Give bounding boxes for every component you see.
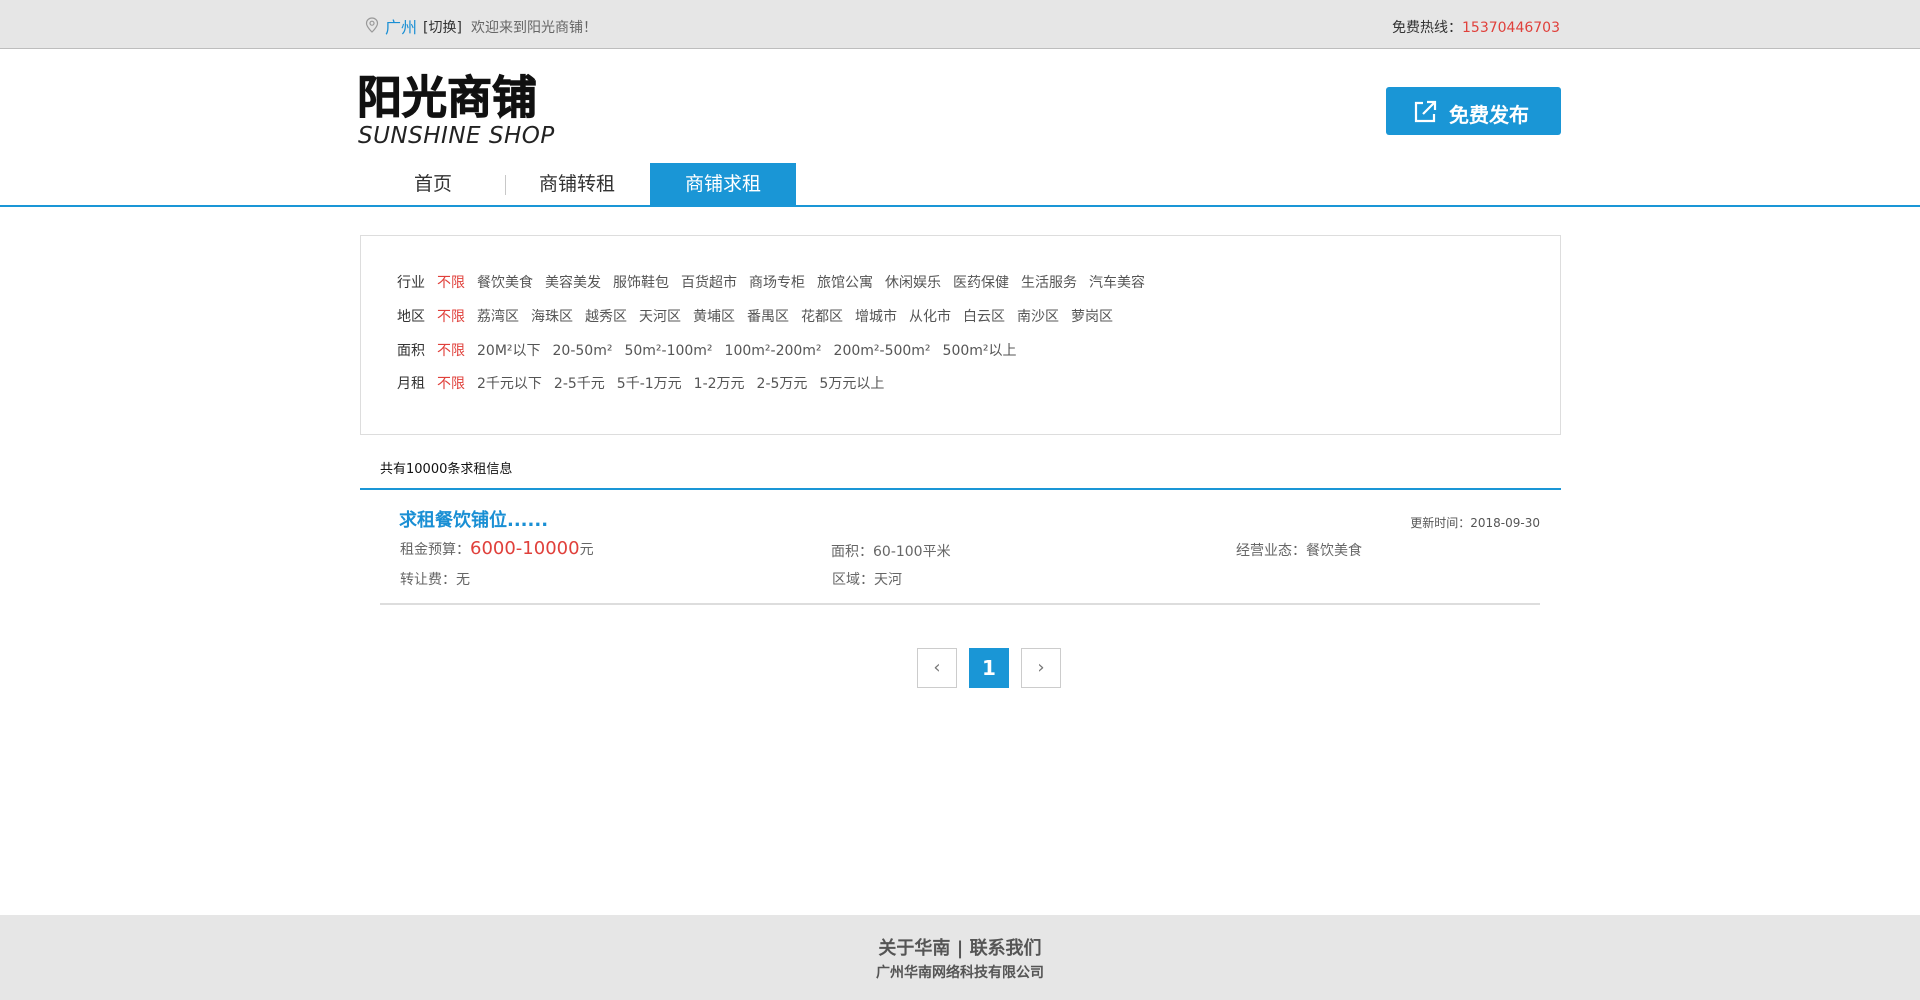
filter-option-district[interactable]: 增城市 <box>855 306 897 326</box>
listing-item: 求租餐饮铺位...... 更新时间：2018-09-30 租金预算：6000-1… <box>380 495 1540 605</box>
footer-separator: | <box>956 938 964 959</box>
free-publish-label: 免费发布 <box>1449 103 1529 127</box>
filter-option-district[interactable]: 越秀区 <box>585 306 627 326</box>
switch-city-link[interactable]: [切换] <box>423 17 462 37</box>
filter-option-district[interactable]: 从化市 <box>909 306 951 326</box>
listing-area: 面积：60-100平米 <box>831 544 951 560</box>
listing-budget-label: 租金预算： <box>400 542 470 558</box>
nav-item-home[interactable]: 首页 <box>360 163 506 206</box>
filter-panel: 行业 不限 餐饮美食 美容美发 服饰鞋包 百货超市 商场专柜 旅馆公寓 休闲娱乐 医药保健 生活服务… <box>360 235 1561 435</box>
filter-label-area: 面积 <box>397 343 425 359</box>
logo-chinese-text: 阳光商铺 <box>356 71 538 124</box>
filter-option-industry[interactable]: 生活服务 <box>1021 272 1077 292</box>
filter-row-district: 地区 不限 荔湾区 海珠区 越秀区 天河区 黄埔区 番禺区 花都区 增城市 从化市 白云区 南沙区 萝岗区 <box>397 306 1125 326</box>
location-pin-icon <box>365 17 379 33</box>
listing-budget-value: 6000-10000 <box>470 538 580 559</box>
nav-item-shop-wanted[interactable]: 商铺求租 <box>650 163 796 206</box>
footer-links: 关于华南 | 联系我们 <box>0 934 1920 960</box>
filter-option-district[interactable]: 不限 <box>437 306 465 326</box>
filter-option-rent[interactable]: 1-2万元 <box>694 373 745 393</box>
filter-option-industry[interactable]: 医药保健 <box>953 272 1009 292</box>
filter-option-area[interactable]: 不限 <box>437 340 465 360</box>
filter-option-district[interactable]: 白云区 <box>963 306 1005 326</box>
filter-option-rent[interactable]: 2-5万元 <box>757 373 808 393</box>
main-nav: 首页 商铺转租 商铺求租 <box>0 163 1920 207</box>
filter-option-industry[interactable]: 旅馆公寓 <box>817 272 873 292</box>
footer-company-name: 广州华南网络科技有限公司 <box>876 965 1044 981</box>
results-count-text: 共有10000条求租信息 <box>380 462 513 477</box>
hotline: 免费热线：15370446703 <box>1392 17 1560 37</box>
filter-option-industry[interactable]: 商场专柜 <box>749 272 805 292</box>
filter-option-district[interactable]: 黄埔区 <box>693 306 735 326</box>
pagination-next-button[interactable]: › <box>1021 648 1061 688</box>
hotline-label: 免费热线： <box>1392 20 1463 36</box>
filter-option-area[interactable]: 20M²以下 <box>477 340 541 360</box>
filter-option-district[interactable]: 南沙区 <box>1017 306 1059 326</box>
filter-option-area[interactable]: 100m²-200m² <box>725 343 822 359</box>
footer: 关于华南 | 联系我们 广州华南网络科技有限公司 <box>0 915 1920 1000</box>
listing-district: 区域：天河 <box>832 572 902 588</box>
filter-option-district[interactable]: 花都区 <box>801 306 843 326</box>
filter-option-rent[interactable]: 不限 <box>437 373 465 393</box>
top-bar: 广州 [切换] 欢迎来到阳光商铺！ 免费热线：15370446703 <box>0 0 1920 49</box>
welcome-text: 欢迎来到阳光商铺！ <box>471 20 597 36</box>
filter-option-district[interactable]: 番禺区 <box>747 306 789 326</box>
filter-label-rent: 月租 <box>397 376 425 392</box>
chevron-left-icon: ‹ <box>933 657 941 678</box>
listing-budget: 租金预算：6000-10000元 <box>400 538 594 559</box>
results-count-bar: 共有10000条求租信息 <box>360 455 1561 490</box>
listing-business-type: 经营业态：餐饮美食 <box>1236 543 1362 559</box>
filter-row-rent: 月租 不限 2千元以下 2-5千元 5千-1万元 1-2万元 2-5万元 5万元以上 <box>397 373 896 393</box>
filter-option-industry[interactable]: 百货超市 <box>681 272 737 292</box>
filter-option-area[interactable]: 200m²-500m² <box>834 343 931 359</box>
logo-english-text: SUNSHINE SHOP <box>358 123 555 149</box>
site-logo[interactable]: 阳光商铺 SUNSHINE SHOP <box>356 71 557 152</box>
filter-option-district[interactable]: 海珠区 <box>531 306 573 326</box>
filter-option-rent[interactable]: 5千-1万元 <box>617 373 682 393</box>
filter-option-area[interactable]: 20-50m² <box>553 343 613 359</box>
listing-updated-time: 更新时间：2018-09-30 <box>1410 516 1540 530</box>
pagination-page-1[interactable]: 1 <box>969 648 1009 688</box>
footer-about-link[interactable]: 关于华南 <box>878 938 950 959</box>
filter-option-area[interactable]: 500m²以上 <box>943 340 1017 360</box>
filter-row-area: 面积 不限 20M²以下 20-50m² 50m²-100m² 100m²-200m² 20… <box>397 340 1029 360</box>
filter-option-district[interactable]: 荔湾区 <box>477 306 519 326</box>
filter-label-district: 地区 <box>397 309 425 325</box>
external-link-icon <box>1414 100 1437 123</box>
filter-row-industry: 行业 不限 餐饮美食 美容美发 服饰鞋包 百货超市 商场专柜 旅馆公寓 休闲娱乐 医药保健 生活服务… <box>397 272 1157 292</box>
filter-option-rent[interactable]: 5万元以上 <box>819 373 884 393</box>
top-bar-inner: 广州 [切换] 欢迎来到阳光商铺！ 免费热线：15370446703 <box>360 0 1560 49</box>
nav-item-shop-sublet[interactable]: 商铺转租 <box>504 163 650 206</box>
filter-option-industry[interactable]: 服饰鞋包 <box>613 272 669 292</box>
filter-option-rent[interactable]: 2-5千元 <box>554 373 605 393</box>
listing-budget-unit: 元 <box>579 542 594 558</box>
filter-option-industry[interactable]: 汽车美容 <box>1089 272 1145 292</box>
pagination-prev-button[interactable]: ‹ <box>917 648 957 688</box>
filter-option-industry[interactable]: 不限 <box>437 272 465 292</box>
listing-title-link[interactable]: 求租餐饮铺位...... <box>399 506 548 532</box>
filter-option-industry[interactable]: 休闲娱乐 <box>885 272 941 292</box>
hotline-number: 15370446703 <box>1462 20 1560 36</box>
filter-option-rent[interactable]: 2千元以下 <box>477 373 542 393</box>
filter-option-industry[interactable]: 美容美发 <box>545 272 601 292</box>
filter-option-district[interactable]: 天河区 <box>639 306 681 326</box>
chevron-right-icon: › <box>1037 657 1045 678</box>
filter-option-industry[interactable]: 餐饮美食 <box>477 272 533 292</box>
filter-label-industry: 行业 <box>397 275 425 291</box>
current-city: 广州 <box>385 18 418 37</box>
free-publish-button[interactable]: 免费发布 <box>1386 87 1561 135</box>
footer-contact-link[interactable]: 联系我们 <box>970 938 1042 959</box>
listing-transfer-fee: 转让费：无 <box>400 572 470 588</box>
filter-option-district[interactable]: 萝岗区 <box>1071 306 1113 326</box>
filter-option-area[interactable]: 50m²-100m² <box>624 343 712 359</box>
